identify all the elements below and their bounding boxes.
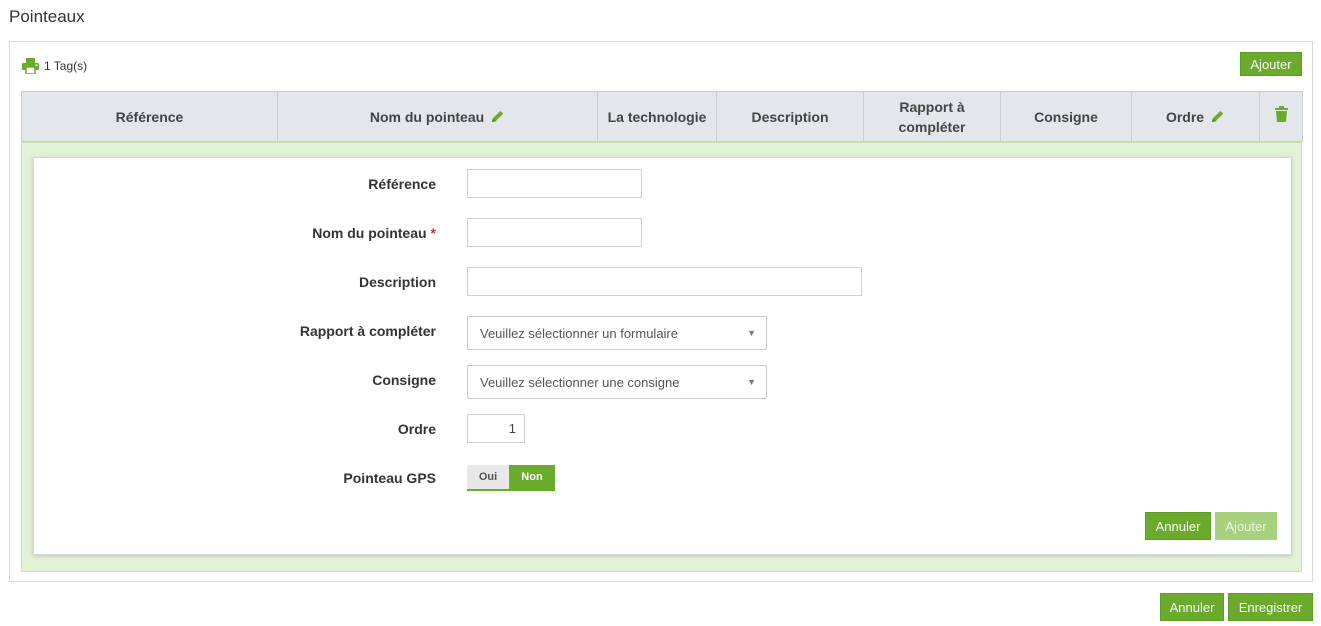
column-header-name[interactable]: Nom du pointeau — [277, 91, 598, 142]
form-row-order: Ordre — [34, 414, 1291, 444]
instruction-select[interactable]: Veuillez sélectionner une consigne ▼ — [467, 365, 767, 399]
form-add-button[interactable]: Ajouter — [1215, 512, 1277, 540]
edit-pencil-icon[interactable] — [490, 109, 505, 124]
chevron-down-icon: ▼ — [747, 328, 756, 338]
required-marker: * — [430, 225, 436, 241]
report-select-value: Veuillez sélectionner un formulaire — [480, 325, 678, 341]
order-label: Ordre — [397, 421, 436, 437]
form-cancel-button[interactable]: Annuler — [1145, 512, 1211, 540]
form-row-reference: Référence — [34, 169, 1291, 199]
report-label: Rapport à compléter — [299, 323, 436, 339]
form-row-instruction: Consigne Veuillez sélectionner une consi… — [34, 365, 1291, 399]
gps-toggle[interactable]: Oui Non — [467, 465, 555, 491]
column-header-reference[interactable]: Référence — [21, 91, 278, 142]
description-input[interactable] — [467, 267, 862, 296]
chevron-down-icon: ▼ — [747, 377, 756, 387]
reference-label: Référence — [368, 176, 436, 192]
column-header-order[interactable]: Ordre — [1131, 91, 1260, 142]
name-label: Nom du pointeau * — [312, 225, 436, 241]
column-header-instruction[interactable]: Consigne — [1000, 91, 1132, 142]
edit-form-container: Référence Nom du pointeau * Description R… — [21, 142, 1302, 572]
form-row-name: Nom du pointeau * — [34, 218, 1291, 248]
edit-pencil-icon[interactable] — [1210, 109, 1225, 124]
add-button[interactable]: Ajouter — [1240, 52, 1302, 76]
gps-label: Pointeau GPS — [343, 470, 436, 486]
column-header-delete — [1259, 91, 1303, 142]
cancel-button[interactable]: Annuler — [1160, 593, 1224, 621]
tag-count: 1 Tag(s) — [44, 59, 88, 73]
pointeaux-panel: 1 Tag(s) Ajouter Référence Nom du pointe… — [9, 41, 1313, 582]
save-button[interactable]: Enregistrer — [1228, 593, 1313, 621]
column-header-description[interactable]: Description — [716, 91, 864, 142]
column-header-technology[interactable]: La technologie — [597, 91, 717, 142]
page-title: Pointeaux — [9, 7, 85, 26]
tag-toolbar: 1 Tag(s) — [22, 56, 87, 76]
name-input[interactable] — [467, 218, 642, 247]
description-label: Description — [358, 274, 436, 290]
instruction-label: Consigne — [372, 372, 436, 388]
print-icon[interactable] — [22, 58, 39, 74]
pointeaux-table: Référence Nom du pointeau La technologie… — [21, 91, 1303, 142]
edit-form: Référence Nom du pointeau * Description R… — [33, 157, 1292, 555]
reference-input[interactable] — [467, 169, 642, 198]
footer-actions: Annuler Enregistrer — [1160, 593, 1313, 621]
order-input[interactable] — [467, 414, 525, 443]
column-header-report[interactable]: Rapport à compléter — [863, 91, 1001, 142]
report-select[interactable]: Veuillez sélectionner un formulaire ▼ — [467, 316, 767, 350]
table-header-row: Référence Nom du pointeau La technologie… — [21, 91, 1303, 142]
form-row-gps: Pointeau GPS Oui Non — [34, 463, 1291, 493]
form-row-report: Rapport à compléter Veuillez sélectionne… — [34, 316, 1291, 350]
form-row-description: Description — [34, 267, 1291, 297]
gps-option-yes[interactable]: Oui — [467, 465, 509, 489]
trash-icon[interactable] — [1274, 106, 1288, 122]
instruction-select-value: Veuillez sélectionner une consigne — [480, 374, 680, 390]
gps-option-no[interactable]: Non — [509, 465, 555, 489]
form-actions: Annuler Ajouter — [1145, 512, 1277, 540]
